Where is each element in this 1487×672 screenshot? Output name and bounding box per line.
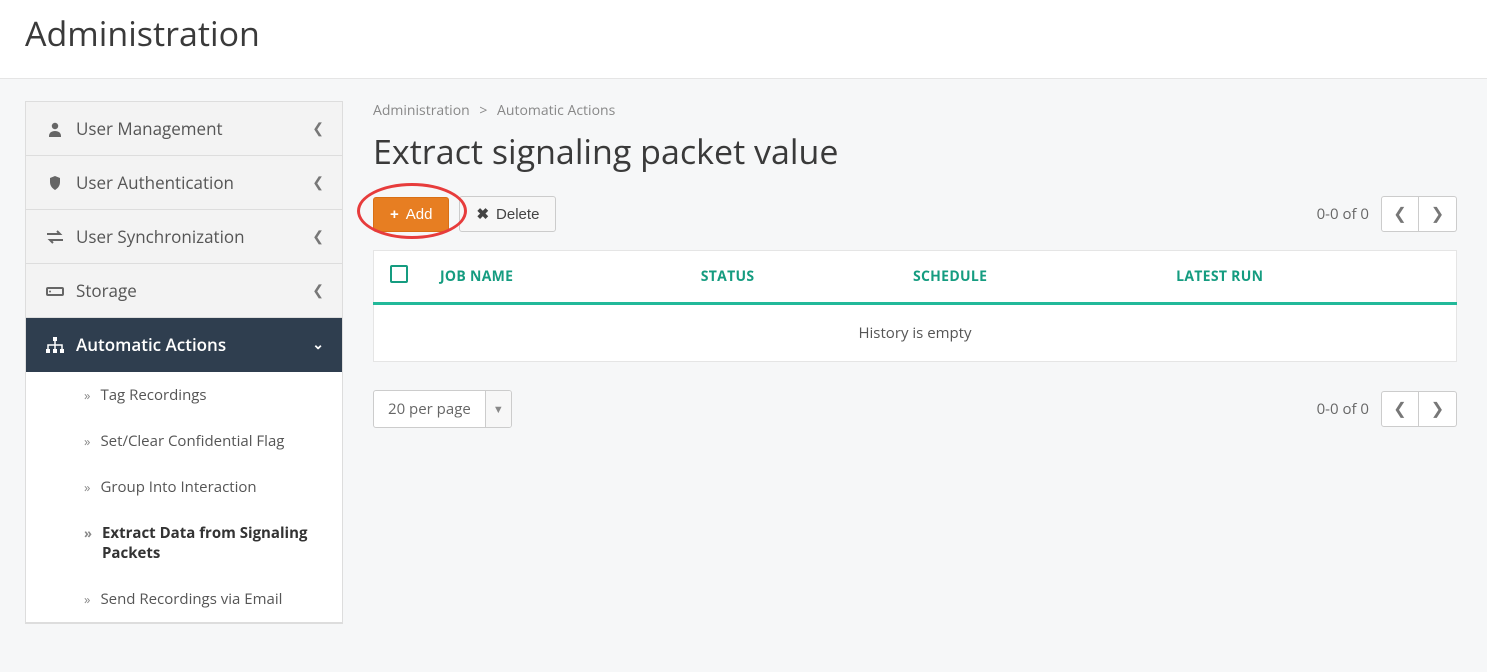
column-latest-run[interactable]: LATEST RUN (1160, 251, 1456, 304)
sidebar-sublist: » Tag Recordings » Set/Clear Confidentia… (26, 372, 342, 623)
user-icon (44, 121, 66, 137)
pager-bottom: 0-0 of 0 ❮ ❯ (1317, 391, 1457, 427)
chevron-left-icon: ❮ (1393, 204, 1406, 224)
sidebar-item-label: User Management (76, 117, 312, 140)
chevron-down-icon: ⌄ (312, 335, 324, 354)
empty-message: History is empty (374, 304, 1457, 362)
sidebar-item-label: User Authentication (76, 171, 312, 194)
jobs-table: JOB NAME STATUS SCHEDULE LATEST RUN Hist… (373, 250, 1457, 362)
add-button-label: Add (406, 206, 433, 223)
pager-next-button[interactable]: ❯ (1419, 391, 1457, 427)
sidebar-subitem-confidential-flag[interactable]: » Set/Clear Confidential Flag (26, 418, 342, 464)
pager-prev-button[interactable]: ❮ (1381, 391, 1419, 427)
sidebar-subitem-send-email[interactable]: » Send Recordings via Email (26, 576, 342, 622)
sidebar-item-user-management[interactable]: User Management ❮ (26, 102, 342, 156)
per-page-label: 20 per page (374, 399, 485, 419)
pager-prev-button[interactable]: ❮ (1381, 196, 1419, 232)
breadcrumb-administration[interactable]: Administration (373, 101, 470, 120)
sidebar-item-label: User Synchronization (76, 225, 312, 248)
chevron-right-icon: ❯ (1431, 399, 1444, 419)
delete-button-label: Delete (496, 206, 539, 223)
sidebar-item-storage[interactable]: Storage ❮ (26, 264, 342, 318)
column-schedule[interactable]: SCHEDULE (897, 251, 1160, 304)
shield-icon (44, 175, 66, 191)
table-empty-row: History is empty (374, 304, 1457, 362)
breadcrumb-sep: > (479, 101, 487, 120)
column-select-all[interactable] (374, 251, 425, 304)
column-status[interactable]: STATUS (685, 251, 897, 304)
sidebar-subitem-label: Group Into Interaction (100, 477, 256, 497)
storage-icon (44, 284, 66, 298)
chevron-left-icon: ❮ (1393, 399, 1406, 419)
raquo-icon: » (84, 431, 90, 451)
page-title: Extract signaling packet value (373, 128, 1457, 174)
breadcrumb-automatic-actions[interactable]: Automatic Actions (497, 101, 615, 120)
chevron-right-icon: ❯ (1431, 204, 1444, 224)
bottom-bar: 20 per page ▼ 0-0 of 0 ❮ ❯ (373, 390, 1457, 428)
column-job-name[interactable]: JOB NAME (424, 251, 685, 304)
checkbox-icon[interactable] (390, 265, 408, 283)
sidebar-subitem-extract-signaling[interactable]: » Extract Data from Signaling Packets (26, 510, 342, 576)
delete-button[interactable]: ✖ Delete (459, 196, 556, 232)
sidebar: User Management ❮ User Authentication ❮ … (25, 101, 343, 624)
sidebar-subitem-label: Set/Clear Confidential Flag (100, 431, 284, 451)
sidebar-item-user-synchronization[interactable]: User Synchronization ❮ (26, 210, 342, 264)
pager-next-button[interactable]: ❯ (1419, 196, 1457, 232)
sidebar-subitem-label: Send Recordings via Email (100, 589, 282, 609)
sidebar-subitem-label: Extract Data from Signaling Packets (102, 523, 324, 563)
raquo-icon: » (84, 385, 90, 405)
pager-top: 0-0 of 0 ❮ ❯ (1317, 196, 1457, 232)
app-title: Administration (25, 10, 1462, 56)
plus-icon: + (390, 206, 399, 223)
raquo-icon: » (84, 589, 90, 609)
chevron-left-icon: ❮ (312, 281, 324, 300)
caret-down-icon: ▼ (485, 391, 511, 427)
close-icon: ✖ (476, 205, 489, 223)
main-content: Administration > Automatic Actions Extra… (343, 79, 1487, 450)
per-page-select[interactable]: 20 per page ▼ (373, 390, 512, 428)
chevron-left-icon: ❮ (312, 227, 324, 246)
pager-range: 0-0 of 0 (1317, 204, 1369, 224)
sidebar-item-user-authentication[interactable]: User Authentication ❮ (26, 156, 342, 210)
raquo-icon: » (84, 477, 90, 497)
toolbar: + Add ✖ Delete 0-0 of 0 ❮ ❯ (373, 196, 1457, 232)
sidebar-item-label: Storage (76, 279, 312, 302)
sync-icon (44, 230, 66, 244)
sitemap-icon (44, 337, 66, 353)
add-button[interactable]: + Add (373, 197, 449, 232)
sidebar-item-automatic-actions[interactable]: Automatic Actions ⌄ (26, 318, 342, 372)
breadcrumb: Administration > Automatic Actions (373, 101, 1457, 120)
chevron-left-icon: ❮ (312, 119, 324, 138)
sidebar-subitem-label: Tag Recordings (100, 385, 206, 405)
sidebar-item-label: Automatic Actions (76, 333, 312, 356)
chevron-left-icon: ❮ (312, 173, 324, 192)
sidebar-subitem-tag-recordings[interactable]: » Tag Recordings (26, 372, 342, 418)
page-header: Administration (0, 0, 1487, 79)
sidebar-subitem-group-interaction[interactable]: » Group Into Interaction (26, 464, 342, 510)
raquo-icon: » (84, 523, 92, 563)
pager-range: 0-0 of 0 (1317, 399, 1369, 419)
